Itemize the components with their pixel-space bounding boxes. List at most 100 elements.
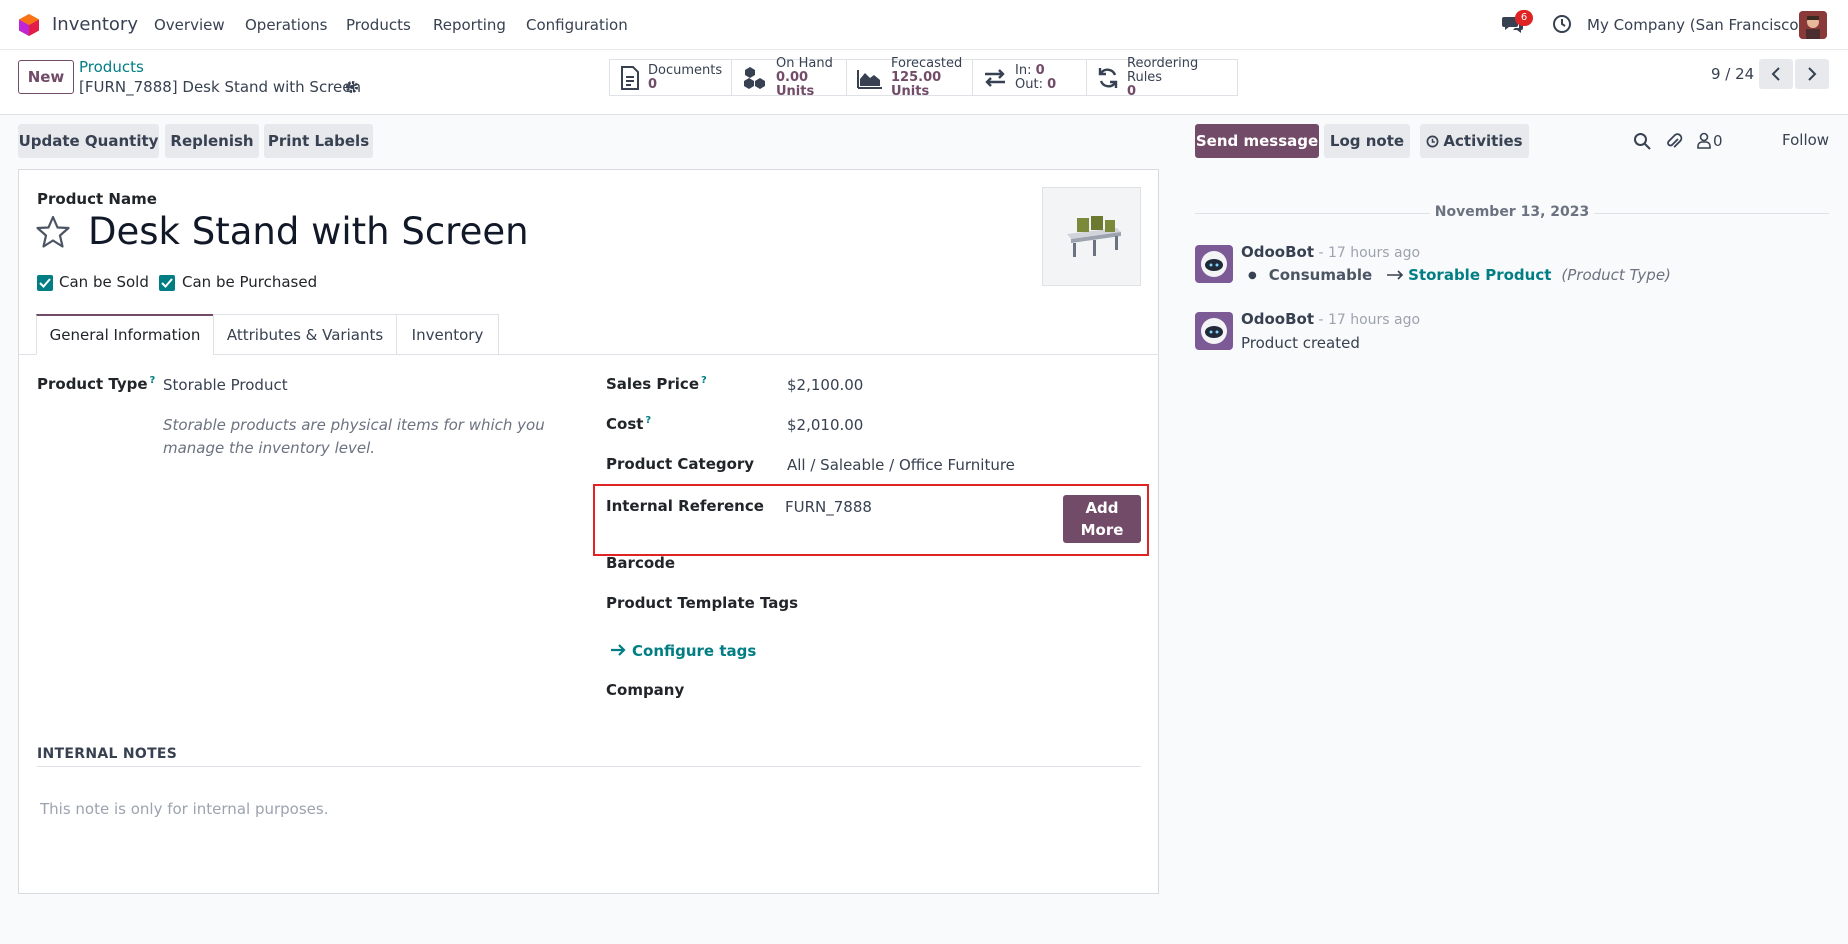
check-icon (161, 278, 173, 288)
message-time: - 17 hours ago (1318, 245, 1421, 261)
print-labels-button[interactable]: Print Labels (264, 124, 373, 158)
can-be-purchased-checkbox[interactable] (159, 275, 175, 291)
favorite-star-icon[interactable] (35, 214, 71, 250)
exchange-icon (985, 68, 1005, 87)
can-be-sold-label[interactable]: Can be Sold (59, 273, 149, 291)
breadcrumb-products[interactable]: Products (79, 58, 144, 76)
desk-stand-image (1066, 215, 1121, 257)
forecasted-label: Forecasted (891, 55, 963, 71)
date-separator: November 13, 2023 (1430, 204, 1594, 220)
tab-general-information[interactable]: General Information (36, 314, 214, 355)
cubes-icon (744, 66, 765, 89)
documents-label: Documents (648, 62, 723, 78)
smart-buttons: Documents 0 On Hand 0.00 Units Forecaste… (609, 55, 1238, 98)
product-category-label: Product Category (606, 455, 755, 473)
message-author[interactable]: OdooBot (1241, 310, 1314, 328)
update-quantity-button[interactable]: Update Quantity (18, 124, 159, 158)
record-title: [FURN_7888] Desk Stand with Screen (79, 78, 361, 96)
can-be-purchased-label[interactable]: Can be Purchased (182, 273, 317, 291)
check-icon (39, 278, 51, 288)
new-value: Storable Product (1408, 266, 1552, 284)
menu-products[interactable]: Products (346, 16, 411, 34)
pager-next-button[interactable] (1795, 59, 1829, 89)
followers-count[interactable]: 0 (1713, 132, 1723, 150)
cost-field[interactable]: $2,010.00 (787, 416, 863, 434)
company-switcher[interactable]: My Company (San Francisco) (1587, 16, 1804, 34)
chevron-right-icon (1808, 67, 1817, 81)
reordering-count: 0 (1127, 83, 1137, 99)
menu-operations[interactable]: Operations (245, 16, 327, 34)
in-out-smart-button[interactable]: In: 0 Out: 0 (973, 60, 1087, 95)
internal-notes-title: INTERNAL NOTES (37, 746, 178, 762)
message-count-badge: 6 (1515, 10, 1533, 26)
followers-icon[interactable] (1697, 132, 1711, 149)
app-name[interactable]: Inventory (52, 14, 138, 35)
help-tooltip-icon[interactable]: ? (645, 415, 651, 426)
menu-reporting[interactable]: Reporting (433, 16, 506, 34)
tab-inventory[interactable]: Inventory (396, 314, 499, 355)
message-header: OdooBot - 17 hours ago (1241, 310, 1420, 328)
search-icon[interactable] (1633, 132, 1651, 150)
forecasted-value: 125.00 Units (891, 69, 942, 99)
add-more-button[interactable]: Add More (1063, 495, 1141, 543)
tracked-field-name: (Product Type) (1561, 266, 1671, 284)
menu-overview[interactable]: Overview (154, 16, 225, 34)
activities-button[interactable]: Activities (1420, 124, 1529, 158)
message-body: Product created (1241, 334, 1360, 352)
on-hand-label: On Hand (776, 55, 833, 71)
product-name-label: Product Name (37, 190, 157, 208)
company-label: Company (606, 681, 685, 699)
clock-icon (1426, 135, 1439, 147)
in-label: In: (1015, 62, 1032, 78)
product-image[interactable] (1042, 187, 1141, 286)
odoobot-avatar[interactable] (1195, 245, 1233, 283)
paperclip-icon[interactable] (1665, 131, 1683, 151)
odoobot-avatar[interactable] (1195, 312, 1233, 350)
message-author[interactable]: OdooBot (1241, 243, 1314, 261)
refresh-icon (1098, 67, 1118, 88)
sales-price-label: Sales Price? (606, 375, 707, 393)
send-message-button[interactable]: Send message (1195, 124, 1319, 158)
internal-reference-label: Internal Reference (606, 497, 764, 515)
odoo-logo-icon[interactable] (18, 13, 40, 37)
new-button[interactable]: New (18, 60, 74, 94)
help-tooltip-icon[interactable]: ? (701, 375, 707, 386)
documents-smart-button[interactable]: Documents 0 (610, 60, 732, 95)
barcode-label: Barcode (606, 554, 676, 572)
activity-clock-icon[interactable] (1552, 14, 1572, 34)
log-note-button[interactable]: Log note (1324, 124, 1410, 158)
arrow-right-icon (611, 644, 626, 656)
odoobot-face-icon (1201, 251, 1227, 277)
tracking-value-change: ● Consumable Storable Product (Product T… (1248, 266, 1671, 284)
sales-price-field[interactable]: $2,100.00 (787, 376, 863, 394)
in-value: 0 (1035, 62, 1045, 78)
user-avatar[interactable] (1799, 11, 1827, 39)
product-category-field[interactable]: All / Saleable / Office Furniture (787, 456, 1015, 474)
product-type-field[interactable]: Storable Product (163, 376, 288, 394)
pager-value[interactable]: 9 / 24 (1711, 65, 1754, 83)
can-be-sold-checkbox[interactable] (37, 275, 53, 291)
replenish-button[interactable]: Replenish (165, 124, 259, 158)
document-icon (621, 65, 639, 90)
help-tooltip-icon[interactable]: ? (150, 375, 156, 386)
gear-icon[interactable] (345, 80, 359, 94)
product-tags-label: Product Template Tags (606, 594, 799, 612)
product-name-field[interactable]: Desk Stand with Screen (88, 210, 529, 253)
reordering-rules-smart-button[interactable]: Reordering Rules 0 (1087, 56, 1237, 98)
odoobot-face-icon (1201, 318, 1227, 344)
tab-attributes-variants[interactable]: Attributes & Variants (213, 314, 397, 355)
on-hand-smart-button[interactable]: On Hand 0.00 Units (732, 55, 847, 98)
menu-configuration[interactable]: Configuration (526, 16, 628, 34)
internal-notes-field[interactable]: This note is only for internal purposes. (40, 800, 328, 818)
follow-button[interactable]: Follow (1782, 131, 1829, 149)
forecasted-smart-button[interactable]: Forecasted 125.00 Units (847, 55, 973, 98)
long-arrow-right-icon (1387, 270, 1404, 280)
internal-reference-field[interactable]: FURN_7888 (785, 498, 872, 516)
bullet-icon: ● (1248, 269, 1257, 281)
product-type-label: Product Type? (37, 375, 156, 393)
on-hand-value: 0.00 Units (776, 69, 815, 99)
configure-tags-link[interactable]: Configure tags (610, 642, 756, 660)
add-more-label-line1: Add (1085, 499, 1119, 517)
pager-previous-button[interactable] (1759, 59, 1793, 89)
product-type-help: Storable products are physical items for… (163, 416, 545, 457)
